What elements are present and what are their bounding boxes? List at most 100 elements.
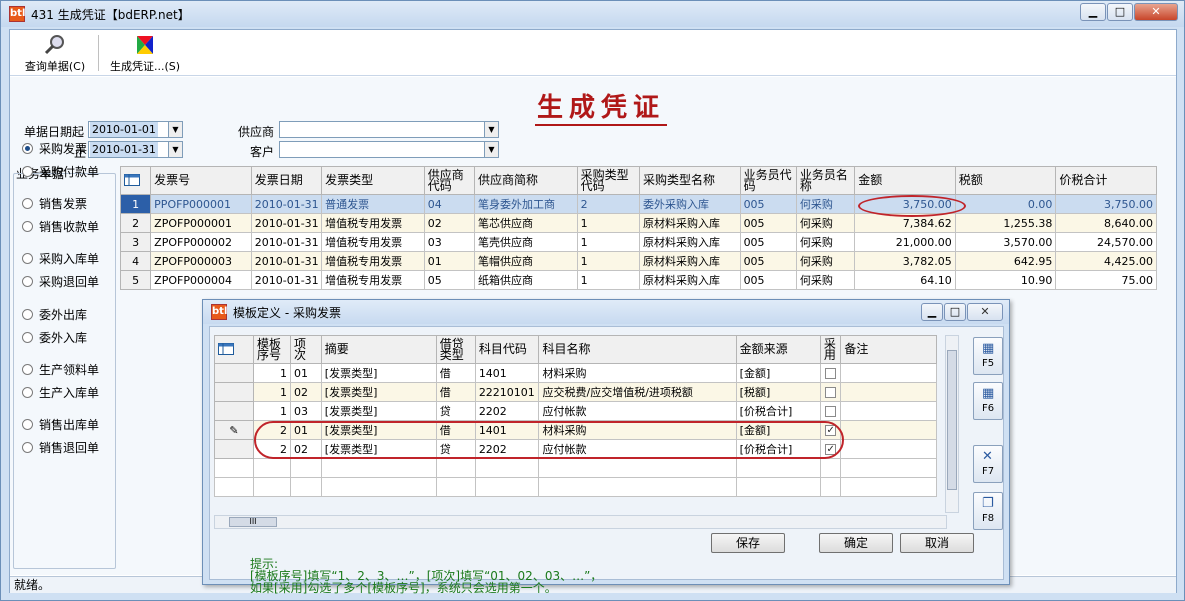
table-row[interactable]: 1 03 [发票类型] 贷 2202 应付帐款 [价税合计] <box>213 401 937 421</box>
cancel-button[interactable]: 取消 <box>900 533 974 553</box>
radio-icon[interactable] <box>22 309 33 320</box>
column-header[interactable]: 发票号 <box>150 166 252 195</box>
column-header[interactable]: 备注 <box>840 335 937 364</box>
nav-item-radio[interactable]: 采购入库单 <box>22 250 99 267</box>
table-row[interactable]: 1 02 [发票类型] 借 22210101 应交税费/应交增值税/进项税额 [税额] <box>213 382 937 402</box>
date-from-combo[interactable]: 2010-01-01 ▼ <box>88 121 183 138</box>
table-row[interactable]: 4 ZPOFP000003 2010-01-31 增值税专用发票 01 笔帽供应商 1 原材料… <box>119 251 1157 271</box>
column-header[interactable]: 采用 <box>819 335 842 364</box>
generate-voucher-button[interactable]: 生成凭证...(S) <box>104 34 186 74</box>
table-row[interactable]: 2 ZPOFP000001 2010-01-31 增值税专用发票 02 笔芯供应商 1 原材料… <box>119 213 1157 233</box>
row-header[interactable] <box>213 363 255 383</box>
save-button[interactable]: 保存 <box>711 533 785 553</box>
row-header[interactable] <box>213 382 255 402</box>
horizontal-scrollbar[interactable]: III <box>214 515 947 529</box>
column-header[interactable]: 价税合计 <box>1055 166 1157 195</box>
table-row[interactable]: 5 ZPOFP000004 2010-01-31 增值税专用发票 05 纸箱供应商 1 原材料… <box>119 270 1157 290</box>
supplier-combo[interactable]: ▼ <box>279 121 499 138</box>
dialog-minimize-button[interactable]: ▁ <box>921 303 943 321</box>
invoice-grid[interactable]: 发票号 发票日期 发票类型 供应商代码 供应商简称 采购类型代码 采购类型名称 业务员代码 业务… <box>119 166 1157 290</box>
unchecked-checkbox[interactable] <box>825 387 837 398</box>
nav-item-radio[interactable]: 采购发票 <box>22 140 87 157</box>
ok-button[interactable]: 确定 <box>819 533 893 553</box>
radio-icon[interactable] <box>22 253 33 264</box>
column-header[interactable]: 税额 <box>954 166 1057 195</box>
template-grid[interactable]: 模板序号 项次 摘要 借贷类型 科目代码 科目名称 金额来源 采用 备注 1 01 [发票类型] 借 1… <box>213 335 937 497</box>
column-header[interactable]: 业务员名称 <box>795 166 856 195</box>
radio-icon[interactable] <box>22 276 33 287</box>
column-header[interactable]: 业务员代码 <box>739 166 797 195</box>
row-header[interactable] <box>213 401 255 421</box>
nav-item-radio[interactable]: 委外出库 <box>22 306 87 323</box>
radio-icon[interactable] <box>22 166 33 177</box>
customer-combo[interactable]: ▼ <box>279 141 499 158</box>
close-button[interactable]: ✕ <box>1134 3 1178 21</box>
row-number[interactable]: 3 <box>119 232 152 252</box>
maximize-button[interactable]: □ <box>1107 3 1133 21</box>
radio-icon[interactable] <box>22 198 33 209</box>
column-header[interactable]: 金额 <box>854 166 956 195</box>
nav-item-radio[interactable]: 生产入库单 <box>22 384 99 401</box>
nav-item-radio[interactable]: 销售收款单 <box>22 218 99 235</box>
radio-icon[interactable] <box>22 221 33 232</box>
row-header[interactable]: ✎ <box>213 420 255 440</box>
grid-settings-icon[interactable] <box>119 166 152 195</box>
row-number[interactable]: 5 <box>119 270 152 290</box>
chevron-down-icon[interactable]: ▼ <box>168 142 182 157</box>
column-header[interactable]: 金额来源 <box>735 335 821 364</box>
nav-item-radio[interactable]: 采购退回单 <box>22 273 99 290</box>
vertical-scrollbar[interactable] <box>945 335 959 513</box>
column-header[interactable]: 发票类型 <box>321 166 425 195</box>
nav-item-radio[interactable]: 生产领料单 <box>22 361 99 378</box>
radio-icon[interactable] <box>22 387 33 398</box>
column-header[interactable]: 借贷类型 <box>435 335 476 364</box>
use-checkbox-cell[interactable] <box>819 382 842 402</box>
row-header[interactable] <box>213 439 255 459</box>
column-header[interactable]: 科目代码 <box>474 335 540 364</box>
unchecked-checkbox[interactable] <box>825 368 837 379</box>
table-row[interactable]: 1 PPOFP000001 2010-01-31 普通发票 04 笔身委外加工商 2 委外采购… <box>119 194 1157 214</box>
table-cell: 21,000.00 <box>854 232 956 252</box>
chevron-down-icon[interactable]: ▼ <box>484 122 498 137</box>
query-button[interactable]: 查询单据(C) <box>20 34 90 74</box>
function-key-button[interactable]: ▦ F6 <box>973 382 1003 420</box>
column-header[interactable]: 采购类型名称 <box>638 166 741 195</box>
function-key-button[interactable]: ❐ F8 <box>973 492 1003 530</box>
row-number[interactable]: 2 <box>119 213 152 233</box>
nav-item-radio[interactable]: 销售发票 <box>22 195 87 212</box>
column-header[interactable]: 模板序号 <box>253 335 291 364</box>
minimize-button[interactable]: ▁ <box>1080 3 1106 21</box>
column-header[interactable]: 项次 <box>289 335 322 364</box>
column-header[interactable]: 供应商代码 <box>423 166 476 195</box>
function-key-button[interactable]: ▦ F5 <box>973 337 1003 375</box>
dialog-maximize-button[interactable]: □ <box>944 303 966 321</box>
function-key-button[interactable]: ✕ F7 <box>973 445 1003 483</box>
column-header[interactable]: 供应商简称 <box>474 166 578 195</box>
column-header[interactable]: 摘要 <box>320 335 437 364</box>
nav-item-radio[interactable]: 销售退回单 <box>22 439 99 456</box>
nav-item-radio[interactable]: 采购付款单 <box>22 163 99 180</box>
radio-icon[interactable] <box>22 332 33 343</box>
date-to-combo[interactable]: 2010-01-31 ▼ <box>88 141 183 158</box>
row-number[interactable]: 4 <box>119 251 152 271</box>
table-row[interactable]: 1 01 [发票类型] 借 1401 材料采购 [金额] <box>213 363 937 383</box>
table-row[interactable]: 3 ZPOFP000002 2010-01-31 增值税专用发票 03 笔壳供应商 1 原材料… <box>119 232 1157 252</box>
chevron-down-icon[interactable]: ▼ <box>168 122 182 137</box>
nav-item-radio[interactable]: 销售出库单 <box>22 416 99 433</box>
radio-icon[interactable] <box>22 419 33 430</box>
radio-icon[interactable] <box>22 442 33 453</box>
dialog-body: 模板序号 项次 摘要 借贷类型 科目代码 科目名称 金额来源 采用 备注 1 01 [发票类型] 借 1… <box>209 326 1004 594</box>
row-number[interactable]: 1 <box>119 194 152 214</box>
radio-icon[interactable] <box>22 364 33 375</box>
column-header[interactable]: 科目名称 <box>538 335 737 364</box>
radio-icon[interactable] <box>22 143 33 154</box>
use-checkbox-cell[interactable] <box>819 401 842 421</box>
unchecked-checkbox[interactable] <box>825 406 837 417</box>
grid-settings-icon[interactable] <box>213 335 255 364</box>
nav-item-radio[interactable]: 委外入库 <box>22 329 87 346</box>
dialog-close-button[interactable]: ✕ <box>967 303 1003 321</box>
column-header[interactable]: 发票日期 <box>250 166 323 195</box>
chevron-down-icon[interactable]: ▼ <box>484 142 498 157</box>
column-header[interactable]: 采购类型代码 <box>576 166 640 195</box>
use-checkbox-cell[interactable] <box>819 363 842 383</box>
